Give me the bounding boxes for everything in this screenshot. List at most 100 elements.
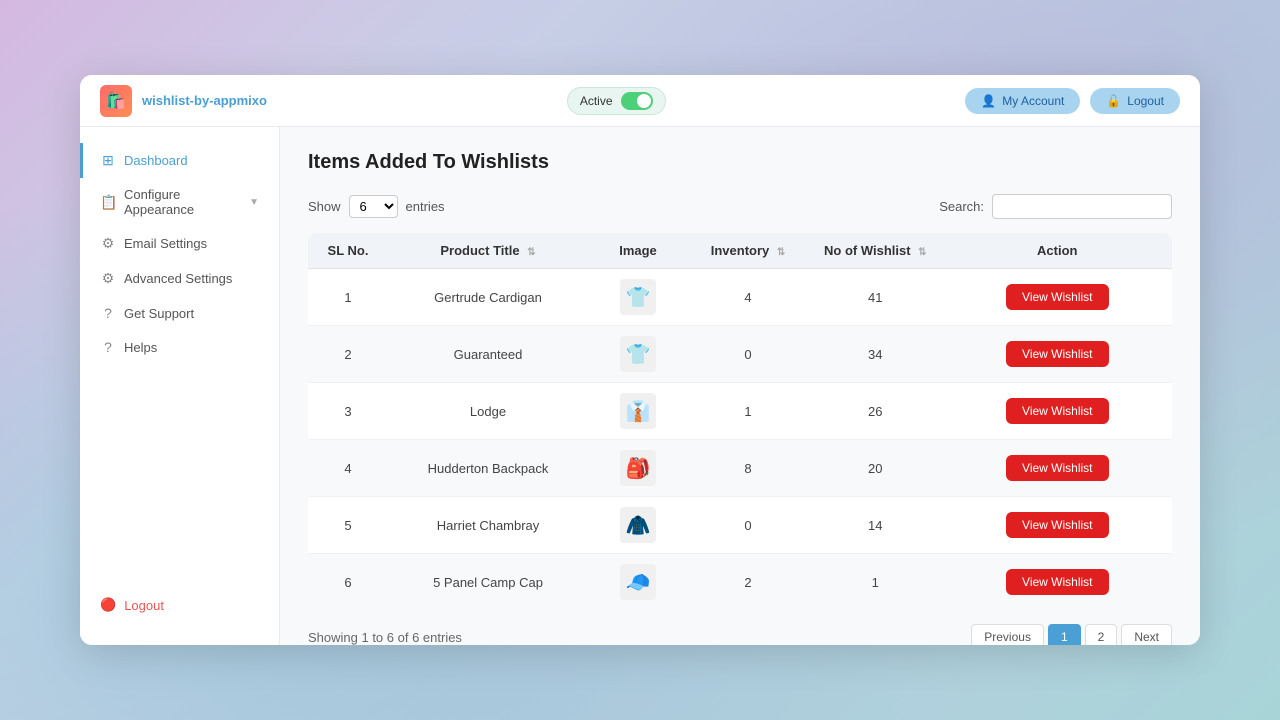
cell-image: 🧢 — [588, 554, 688, 611]
cell-sl: 4 — [308, 440, 388, 497]
col-header-sl: SL No. — [308, 233, 388, 269]
view-wishlist-button[interactable]: View Wishlist — [1006, 398, 1108, 424]
cell-sl: 1 — [308, 269, 388, 326]
pagination-page-1[interactable]: 1 — [1048, 624, 1081, 645]
table-header-row: SL No. Product Title ⇅ Image Inventory ⇅… — [308, 233, 1172, 269]
cell-sl: 5 — [308, 497, 388, 554]
dashboard-icon: ⊞ — [100, 152, 116, 169]
sidebar-item-advanced-settings[interactable]: ⚙ Advanced Settings — [80, 261, 279, 296]
active-label: Active — [580, 94, 613, 108]
sidebar-logout-icon: 🔴 — [100, 597, 116, 613]
sidebar-item-get-support[interactable]: ? Get Support — [80, 296, 279, 330]
product-image: 🎒 — [620, 450, 656, 486]
top-bar-right: 👤 My Account 🔓 Logout — [965, 88, 1180, 114]
main-content: ⊞ Dashboard 📋 Configure Appearance ▼ ⚙ E… — [80, 127, 1200, 645]
cell-wishlist: 20 — [808, 440, 943, 497]
cell-inventory: 0 — [688, 497, 808, 554]
cell-wishlist: 14 — [808, 497, 943, 554]
cell-title: Hudderton Backpack — [388, 440, 588, 497]
data-table: SL No. Product Title ⇅ Image Inventory ⇅… — [308, 233, 1172, 610]
sidebar-bottom: 🔴 Logout — [80, 597, 279, 629]
helps-icon: ? — [100, 339, 116, 355]
table-row: 2 Guaranteed 👕 0 34 View Wishlist — [308, 326, 1172, 383]
col-header-title: Product Title ⇅ — [388, 233, 588, 269]
sidebar-logout-button[interactable]: 🔴 Logout — [100, 597, 164, 613]
product-image: 🧥 — [620, 507, 656, 543]
cell-action: View Wishlist — [943, 554, 1172, 611]
top-bar: 🛍️ wishlist-by-appmixo Active 👤 My Accou… — [80, 75, 1200, 127]
search-input[interactable] — [992, 194, 1172, 219]
col-header-action: Action — [943, 233, 1172, 269]
search-label: Search: — [939, 199, 984, 214]
support-icon: ? — [100, 305, 116, 321]
cell-wishlist: 1 — [808, 554, 943, 611]
product-image: 🧢 — [620, 564, 656, 600]
sidebar-item-configure-appearance[interactable]: 📋 Configure Appearance ▼ — [80, 178, 279, 226]
cell-sl: 3 — [308, 383, 388, 440]
table-row: 5 Harriet Chambray 🧥 0 14 View Wishlist — [308, 497, 1172, 554]
view-wishlist-button[interactable]: View Wishlist — [1006, 341, 1108, 367]
chevron-icon: ▼ — [249, 197, 259, 208]
account-icon: 👤 — [981, 94, 996, 108]
cell-inventory: 1 — [688, 383, 808, 440]
cell-image: 👕 — [588, 269, 688, 326]
showing-text: Showing 1 to 6 of 6 entries — [308, 630, 462, 645]
cell-title: Gertrude Cardigan — [388, 269, 588, 326]
cell-inventory: 8 — [688, 440, 808, 497]
cell-action: View Wishlist — [943, 269, 1172, 326]
sidebar-item-dashboard[interactable]: ⊞ Dashboard — [80, 143, 279, 178]
pagination-page-2[interactable]: 2 — [1085, 624, 1118, 645]
logo-emoji: 🛍️ — [106, 91, 126, 111]
table-body: 1 Gertrude Cardigan 👕 4 41 View Wishlist… — [308, 269, 1172, 611]
cell-inventory: 0 — [688, 326, 808, 383]
cell-title: 5 Panel Camp Cap — [388, 554, 588, 611]
col-header-image: Image — [588, 233, 688, 269]
sort-icon-wishlist: ⇅ — [918, 247, 926, 258]
sidebar-item-helps[interactable]: ? Helps — [80, 330, 279, 364]
logo-icon: 🛍️ — [100, 85, 132, 117]
cell-title: Harriet Chambray — [388, 497, 588, 554]
cell-action: View Wishlist — [943, 383, 1172, 440]
table-row: 4 Hudderton Backpack 🎒 8 20 View Wishlis… — [308, 440, 1172, 497]
col-header-inventory: Inventory ⇅ — [688, 233, 808, 269]
cell-title: Lodge — [388, 383, 588, 440]
sidebar: ⊞ Dashboard 📋 Configure Appearance ▼ ⚙ E… — [80, 127, 280, 645]
view-wishlist-button[interactable]: View Wishlist — [1006, 455, 1108, 481]
app-window: 🛍️ wishlist-by-appmixo Active 👤 My Accou… — [80, 75, 1200, 645]
product-image: 👕 — [620, 336, 656, 372]
cell-sl: 6 — [308, 554, 388, 611]
table-row: 1 Gertrude Cardigan 👕 4 41 View Wishlist — [308, 269, 1172, 326]
table-row: 6 5 Panel Camp Cap 🧢 2 1 View Wishlist — [308, 554, 1172, 611]
configure-icon: 📋 — [100, 194, 116, 211]
cell-sl: 2 — [308, 326, 388, 383]
cell-wishlist: 34 — [808, 326, 943, 383]
cell-image: 🧥 — [588, 497, 688, 554]
pagination-previous[interactable]: Previous — [971, 624, 1044, 645]
header-logout-button[interactable]: 🔓 Logout — [1090, 88, 1180, 114]
entries-select[interactable]: 6 10 25 50 — [349, 195, 398, 218]
cell-inventory: 4 — [688, 269, 808, 326]
top-bar-left: 🛍️ wishlist-by-appmixo — [100, 85, 267, 117]
logo-text: wishlist-by-appmixo — [142, 93, 267, 108]
table-row: 3 Lodge 👔 1 26 View Wishlist — [308, 383, 1172, 440]
cell-wishlist: 26 — [808, 383, 943, 440]
page-content: Items Added To Wishlists Show 6 10 25 50… — [280, 127, 1200, 645]
sidebar-item-email-settings[interactable]: ⚙ Email Settings — [80, 226, 279, 261]
pagination-next[interactable]: Next — [1121, 624, 1172, 645]
active-toggle-switch[interactable] — [621, 92, 653, 110]
view-wishlist-button[interactable]: View Wishlist — [1006, 284, 1108, 310]
show-entries-control: Show 6 10 25 50 entries — [308, 195, 445, 218]
sort-icon-title: ⇅ — [527, 247, 535, 258]
cell-action: View Wishlist — [943, 497, 1172, 554]
search-box: Search: — [939, 194, 1172, 219]
sort-icon-inventory: ⇅ — [777, 247, 785, 258]
cell-action: View Wishlist — [943, 440, 1172, 497]
pagination: Previous 1 2 Next — [971, 624, 1172, 645]
view-wishlist-button[interactable]: View Wishlist — [1006, 512, 1108, 538]
active-toggle: Active — [567, 87, 666, 115]
col-header-wishlist: No of Wishlist ⇅ — [808, 233, 943, 269]
cell-image: 👔 — [588, 383, 688, 440]
view-wishlist-button[interactable]: View Wishlist — [1006, 569, 1108, 595]
my-account-button[interactable]: 👤 My Account — [965, 88, 1080, 114]
cell-wishlist: 41 — [808, 269, 943, 326]
